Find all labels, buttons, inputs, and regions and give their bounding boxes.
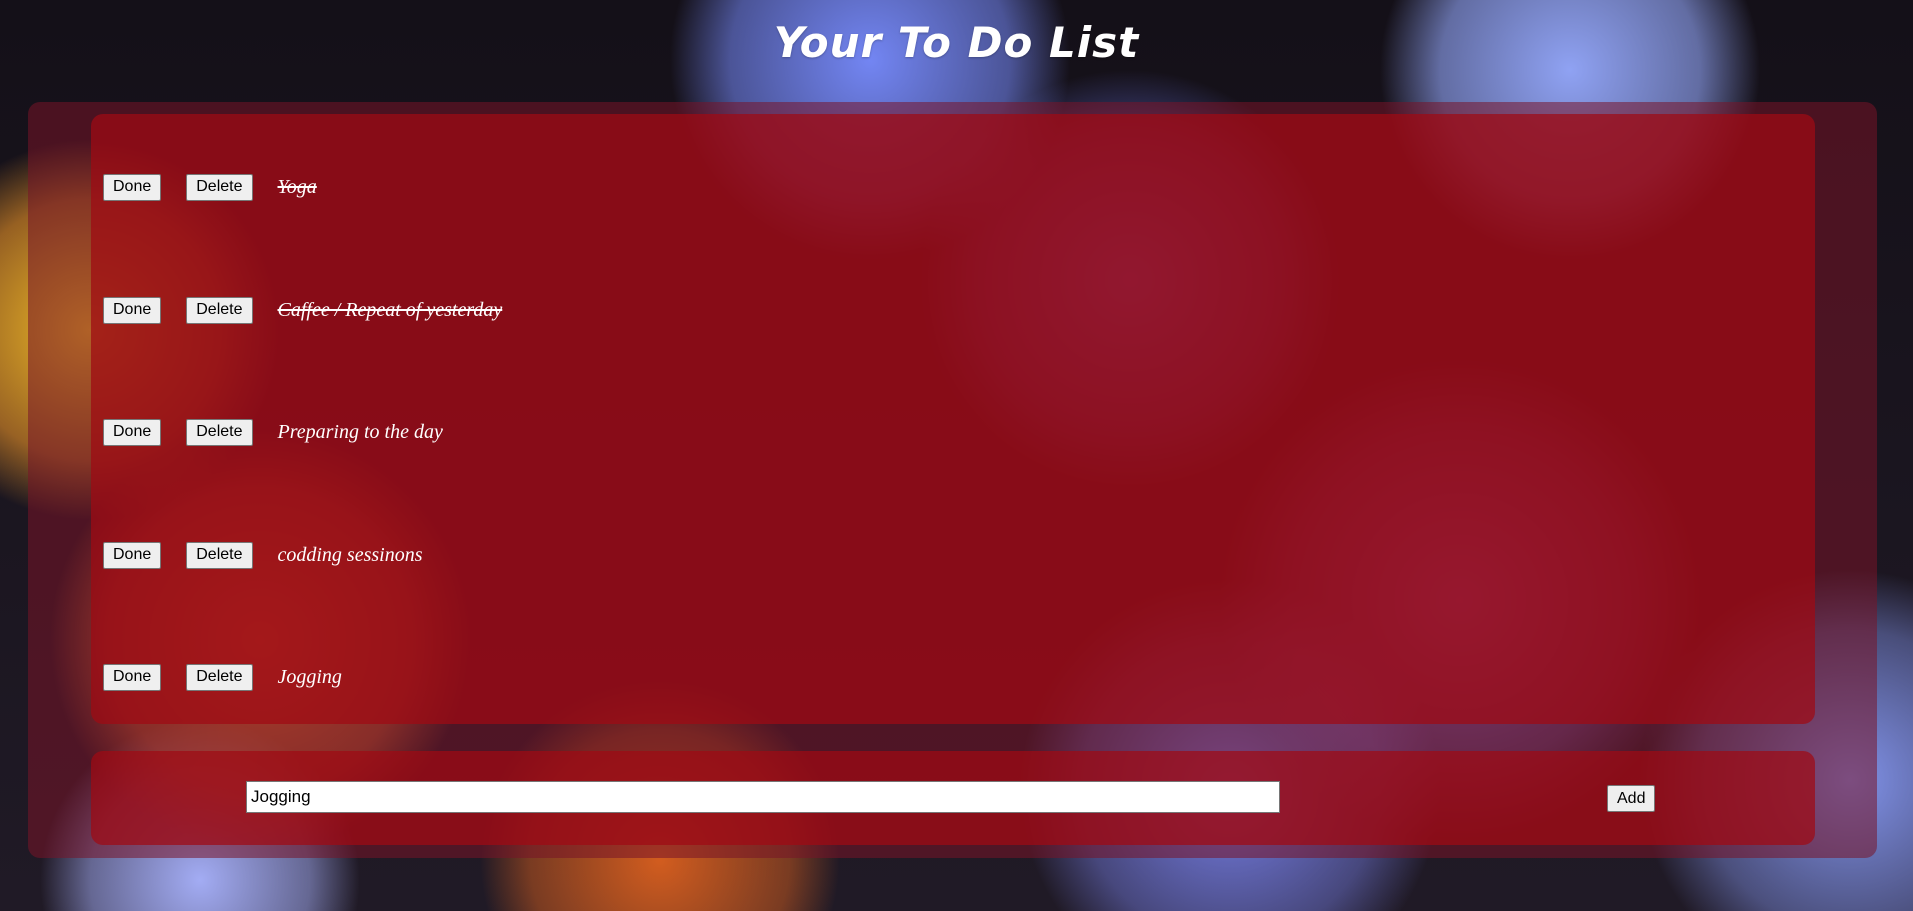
delete-button[interactable]: Delete bbox=[186, 418, 253, 446]
done-button[interactable]: Done bbox=[103, 296, 162, 324]
page-title: Your To Do List bbox=[773, 18, 1140, 67]
delete-button[interactable]: Delete bbox=[186, 663, 253, 691]
task-text: Yoga bbox=[277, 175, 317, 198]
delete-button[interactable]: Delete bbox=[186, 541, 253, 569]
done-button[interactable]: Done bbox=[103, 418, 162, 446]
task-row: Done Delete Preparing to the day bbox=[91, 417, 1815, 447]
delete-button[interactable]: Delete bbox=[186, 296, 253, 324]
task-list: Done Delete Yoga Done Delete Caffee / Re… bbox=[91, 114, 1815, 724]
add-button[interactable]: Add bbox=[1607, 785, 1656, 812]
done-button[interactable]: Done bbox=[103, 173, 162, 201]
task-row: Done Delete Jogging bbox=[91, 662, 1815, 692]
todo-container: Done Delete Yoga Done Delete Caffee / Re… bbox=[28, 102, 1877, 858]
add-task-form: Add bbox=[91, 751, 1815, 845]
task-row: Done Delete Yoga bbox=[91, 172, 1815, 202]
delete-button[interactable]: Delete bbox=[186, 173, 253, 201]
task-row: Done Delete codding sessinons bbox=[91, 540, 1815, 570]
done-button[interactable]: Done bbox=[103, 663, 162, 691]
task-text: Jogging bbox=[277, 665, 342, 688]
task-text: Caffee / Repeat of yesterday bbox=[277, 298, 503, 321]
task-row: Done Delete Caffee / Repeat of yesterday bbox=[91, 295, 1815, 325]
task-text: Preparing to the day bbox=[277, 420, 443, 443]
new-task-input[interactable] bbox=[246, 781, 1280, 813]
task-text: codding sessinons bbox=[277, 543, 423, 566]
done-button[interactable]: Done bbox=[103, 541, 162, 569]
